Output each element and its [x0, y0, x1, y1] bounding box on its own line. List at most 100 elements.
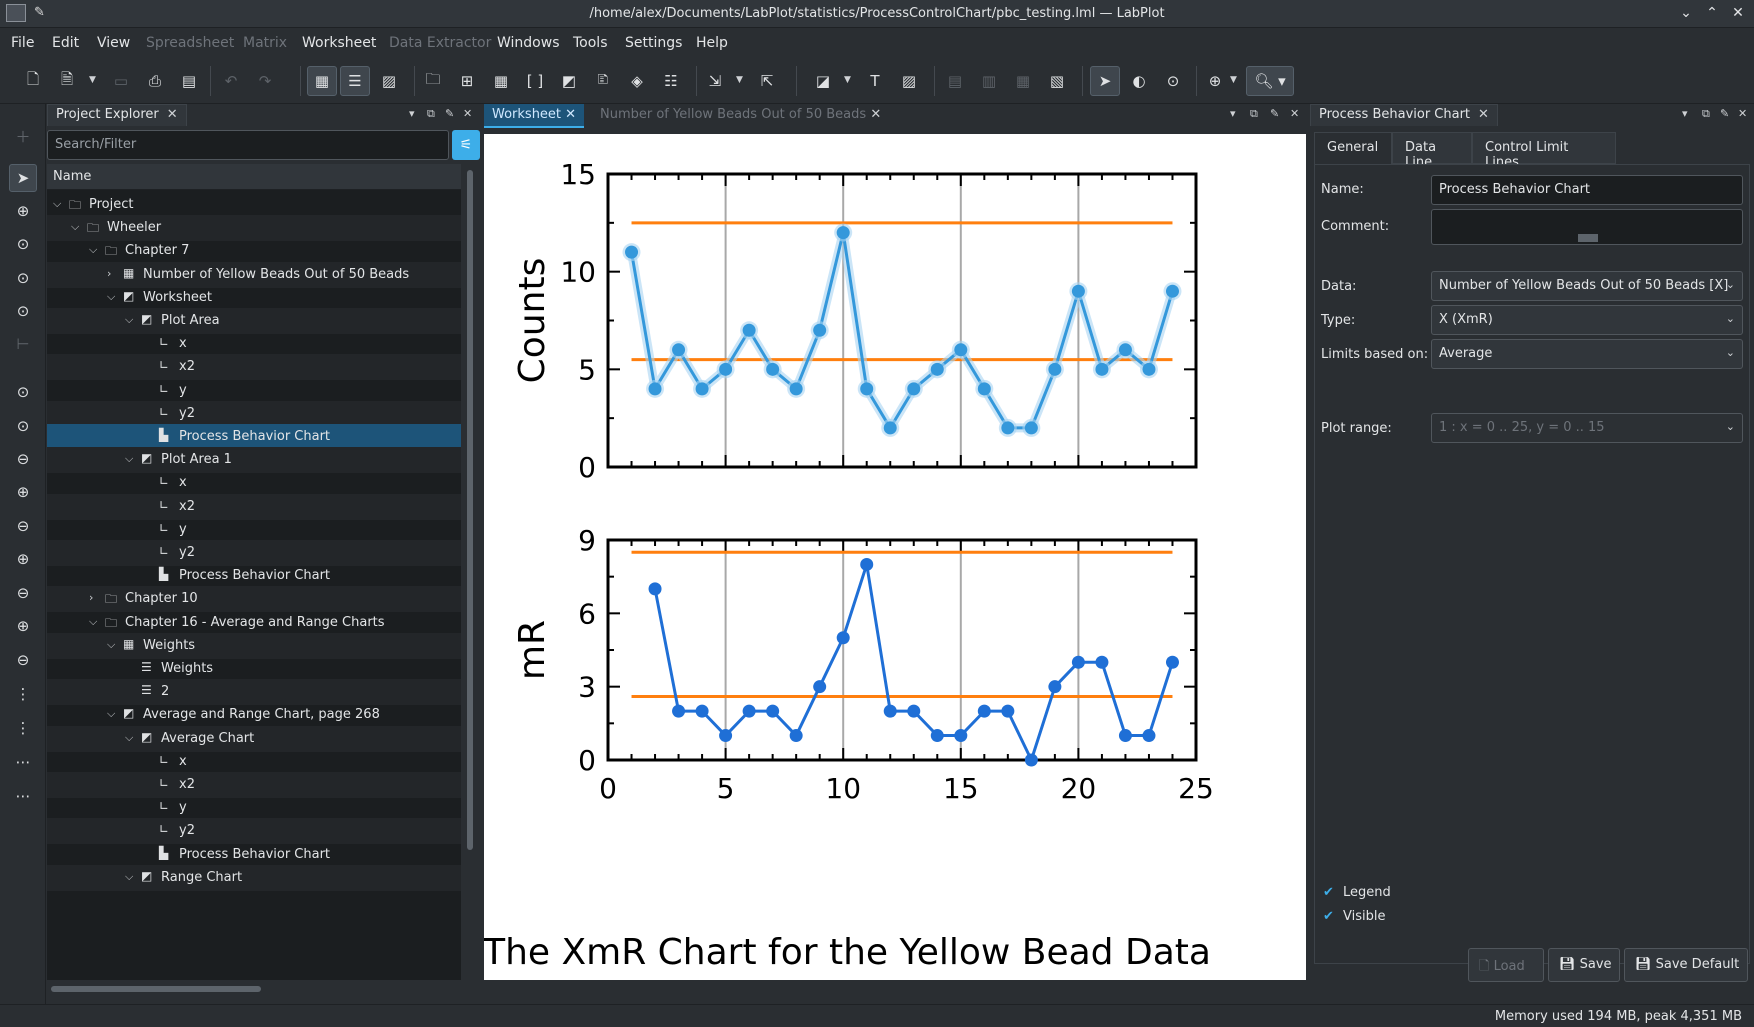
tree-item[interactable]: ⌵ 🗀 Wheeler — [47, 215, 461, 242]
filter-options-icon[interactable]: ⚟ — [452, 130, 480, 160]
scale-auto-y-icon[interactable]: ⊖ — [9, 445, 37, 473]
open-project-icon[interactable]: 🗎 — [52, 66, 82, 96]
chevron-down-icon[interactable]: ⌵ — [53, 197, 61, 211]
tree-column-header[interactable]: Name — [47, 164, 461, 190]
legend-checkbox[interactable]: ✔ Legend — [1323, 885, 1391, 900]
scale-auto-x-icon[interactable]: ⊙ — [9, 412, 37, 440]
break-layout-icon[interactable]: ▧ — [1042, 66, 1072, 96]
data-point[interactable] — [1071, 284, 1085, 298]
chevron-down-icon[interactable]: ⌵ — [125, 870, 133, 884]
tree-item[interactable]: ⌵ ◩ Worksheet — [47, 285, 461, 311]
tree-item[interactable]: ⌵ ◩ Plot Area 1 — [47, 447, 461, 474]
tree-item[interactable]: ☰ Weights — [47, 656, 461, 682]
data-point[interactable] — [625, 245, 639, 259]
dock-pin-icon[interactable]: ✎ — [445, 107, 454, 120]
new-note-icon[interactable]: 🗈 — [588, 66, 618, 96]
data-point[interactable] — [883, 421, 897, 435]
data-point[interactable] — [930, 729, 944, 743]
tree-item[interactable]: ▙ Process Behavior Chart — [47, 842, 461, 868]
tree-item[interactable]: ∟ x2 — [47, 772, 461, 798]
name-field[interactable]: Process Behavior Chart — [1431, 175, 1743, 205]
undo-icon[interactable]: ↶ — [216, 66, 246, 96]
menu-worksheet[interactable]: Worksheet — [302, 35, 376, 51]
tree-item[interactable]: ⌵ 🗀 Project — [47, 192, 461, 218]
data-line[interactable] — [630, 231, 1174, 430]
worksheet-canvas[interactable]: 0 5 10 15 Counts 0 3 6 9 0 5 10 15 20 25 mR The XmR Ch… — [482, 134, 1306, 980]
new-worksheet-icon[interactable]: ◩ — [554, 66, 584, 96]
chevron-right-icon[interactable]: › — [107, 267, 111, 280]
tree-item[interactable]: ∟ y2 — [47, 400, 461, 427]
zoom-out-icon[interactable]: ⊖ — [9, 512, 37, 540]
data-point[interactable] — [1142, 729, 1156, 743]
export-icon[interactable]: ⇱ — [752, 66, 782, 96]
zoom-x-selection-icon[interactable]: ⊙ — [9, 264, 37, 292]
chevron-down-icon[interactable]: ⌵ — [125, 731, 133, 745]
menu-edit[interactable]: Edit — [52, 35, 79, 51]
data-point[interactable] — [1165, 284, 1179, 298]
tree-item[interactable]: ☰ 2 — [47, 679, 461, 706]
data-point[interactable] — [719, 362, 733, 376]
chevron-down-icon[interactable]: ⌵ — [107, 638, 115, 652]
chevron-down-icon[interactable]: ⌵ — [107, 290, 115, 304]
tab-general[interactable]: General — [1314, 132, 1392, 164]
navigation-mode-icon[interactable]: ◐ — [1124, 66, 1154, 96]
data-point[interactable] — [1095, 362, 1109, 376]
chevron-right-icon[interactable]: › — [89, 591, 93, 604]
select-cursor-icon[interactable]: ➤ — [9, 164, 37, 192]
new-datapicker-icon[interactable]: ◈ — [622, 66, 652, 96]
tree-item[interactable]: ⌵ ◩ Average Chart — [47, 725, 461, 752]
load-button[interactable]: 🗋 Load — [1468, 948, 1544, 982]
tree-item[interactable]: ▙ Process Behavior Chart — [47, 563, 461, 589]
dock-close-icon[interactable]: ✕ — [1290, 107, 1299, 120]
magnifier-icon[interactable]: 🔍︎ ▾ — [1246, 66, 1294, 96]
data-point[interactable] — [648, 382, 662, 396]
data-point[interactable] — [1048, 362, 1062, 376]
data-point[interactable] — [954, 343, 968, 357]
zoom-in-icon[interactable]: ⊕ — [9, 478, 37, 506]
plot-frame[interactable] — [606, 172, 1198, 469]
menu-settings[interactable]: Settings — [625, 35, 682, 51]
tab-data-line[interactable]: Data Line — [1392, 132, 1472, 170]
data-point[interactable] — [954, 729, 968, 743]
plot-area-mr[interactable]: 0 3 6 9 0 5 10 15 20 25 mR — [512, 524, 1214, 805]
zoom-in-icon[interactable]: ⊕ — [1200, 66, 1230, 96]
chevron-down-icon[interactable]: ▼ — [844, 75, 851, 85]
tree-item[interactable]: ∟ x — [47, 749, 461, 775]
data-point[interactable] — [836, 631, 850, 645]
data-point[interactable] — [1118, 343, 1132, 357]
close-icon[interactable]: ✕ — [1728, 3, 1748, 23]
tab-spreadsheet[interactable]: Number of Yellow Beads Out of 50 Beads ✕ — [592, 104, 889, 128]
data-point[interactable] — [977, 382, 991, 396]
data-point[interactable] — [1048, 680, 1062, 694]
data-point[interactable] — [1142, 362, 1156, 376]
data-line[interactable] — [653, 562, 1174, 762]
new-spreadsheet-icon[interactable]: ▦ — [486, 66, 516, 96]
add-image-icon[interactable]: ▨ — [894, 66, 924, 96]
shift-right-icon[interactable]: ⋮ — [9, 714, 37, 742]
data-point[interactable] — [977, 704, 991, 718]
y-axis-label[interactable]: mR — [512, 620, 553, 680]
tree-item[interactable]: ∟ x — [47, 470, 461, 496]
tree-vertical-scrollbar[interactable] — [465, 164, 475, 854]
save-default-button[interactable]: 💾︎ Save Default — [1624, 948, 1748, 982]
project-explorer-tab[interactable]: Project Explorer ✕ — [47, 104, 187, 126]
data-select[interactable]: Number of Yellow Beads Out of 50 Beads [… — [1431, 271, 1743, 301]
zoom-out-x-icon[interactable]: ⊖ — [9, 579, 37, 607]
layout-grid-icon[interactable]: ▦ — [1008, 66, 1038, 96]
menu-spreadsheet[interactable]: Spreadsheet — [146, 35, 234, 51]
show-explorer-icon[interactable]: ▦ — [307, 66, 337, 96]
search-input[interactable]: Search/Filter — [47, 130, 449, 160]
tree-item[interactable]: ▙ Process Behavior Chart — [47, 424, 461, 450]
data-point[interactable] — [1001, 421, 1015, 435]
zoom-select-mode-icon[interactable]: ⊙ — [1158, 66, 1188, 96]
tree-item[interactable]: ⌵ 🗀 Chapter 16 - Average and Range Charts — [47, 610, 461, 636]
data-point[interactable] — [719, 729, 733, 743]
menu-file[interactable]: File — [11, 35, 34, 51]
tab-worksheet[interactable]: Worksheet ✕ — [484, 104, 585, 128]
data-point[interactable] — [1071, 655, 1085, 669]
add-plot-area-icon[interactable]: ◪ — [808, 66, 838, 96]
resize-handle-icon[interactable] — [1578, 234, 1598, 242]
new-folder-icon[interactable]: 🗀 — [418, 66, 448, 96]
scale-auto-icon[interactable]: ⊙ — [9, 378, 37, 406]
data-point[interactable] — [789, 729, 803, 743]
